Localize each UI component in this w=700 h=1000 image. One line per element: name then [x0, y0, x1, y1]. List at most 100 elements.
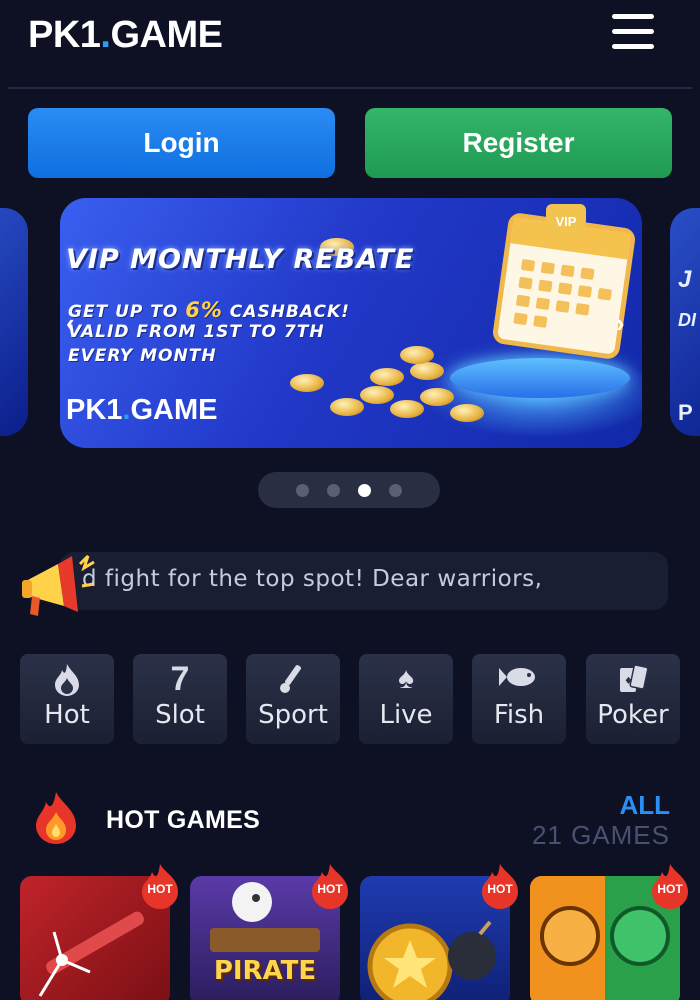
- app-page: PK1.GAME Login Register VIP VIP MONTHLY …: [0, 0, 700, 1000]
- carousel-dot-active[interactable]: [358, 483, 371, 497]
- view-all-link[interactable]: ALL: [619, 790, 670, 821]
- hot-badge: HOT: [648, 862, 692, 912]
- banner-line-cashback: GET UP TO 6% CASHBACK!: [68, 298, 350, 322]
- games-count: 21 GAMES: [531, 820, 670, 850]
- announcement-marquee[interactable]: d fight for the top spot! Dear warriors,: [60, 552, 668, 610]
- next-slide-text: P: [678, 400, 693, 425]
- calendar-cell: [535, 297, 551, 311]
- coin-icon: [420, 388, 454, 406]
- coin-icon: [330, 398, 364, 416]
- svg-text:♦: ♦: [624, 676, 633, 687]
- chevron-left-icon[interactable]: ‹: [66, 308, 75, 339]
- category-fish[interactable]: Fish: [472, 654, 566, 744]
- category-live[interactable]: ♠ Live: [359, 654, 453, 744]
- marquee-text: d fight for the top spot! Dear warriors,: [82, 566, 543, 592]
- banner-stage: [450, 358, 630, 398]
- category-poker[interactable]: ♦ Poker: [586, 654, 680, 744]
- calendar-cell: [515, 294, 531, 308]
- header: PK1.GAME: [0, 0, 700, 89]
- fish-icon: [472, 662, 566, 700]
- calendar-cell: [557, 282, 573, 296]
- cards-icon: ♦: [586, 662, 680, 704]
- game-title: PIRATE: [213, 956, 317, 986]
- calendar-cell: [538, 279, 553, 293]
- calendar-cell: [560, 264, 575, 278]
- calendar-cell: [513, 312, 528, 326]
- next-slide-text: J: [678, 266, 692, 293]
- menu-bar: [612, 29, 654, 34]
- hot-games-header: HOT GAMES ALL 21 GAMES: [0, 790, 700, 850]
- category-label: Hot: [44, 700, 90, 730]
- carousel-dot[interactable]: [389, 483, 402, 497]
- carousel-prev-slide[interactable]: [0, 208, 28, 436]
- banner-line-prefix: GET UP TO: [68, 302, 186, 322]
- chevron-right-icon[interactable]: ›: [616, 308, 625, 339]
- fire-icon: [36, 792, 76, 844]
- menu-bar: [612, 14, 654, 19]
- login-button[interactable]: Login: [28, 108, 335, 178]
- coin-icon: [370, 368, 404, 386]
- category-sport[interactable]: Sport: [246, 654, 340, 744]
- hamburger-menu-icon[interactable]: [612, 14, 654, 50]
- banner-vip-rebate[interactable]: VIP VIP MONTHLY REBATE GET UP TO 6% CASH…: [60, 198, 642, 448]
- hot-badge-label: HOT: [487, 882, 513, 896]
- calendar-cell: [575, 302, 590, 316]
- seven-icon: 7: [170, 660, 190, 698]
- vip-badge: VIP: [546, 204, 586, 238]
- banner-line-month: EVERY MONTH: [68, 346, 217, 366]
- calendar-cell: [597, 287, 612, 301]
- carousel-next-slide[interactable]: J DI P: [670, 208, 700, 436]
- category-label: Poker: [597, 700, 669, 730]
- coin-icon: [360, 386, 394, 404]
- carousel-dot[interactable]: [296, 483, 309, 497]
- carousel-dot[interactable]: [327, 483, 340, 497]
- category-hot[interactable]: Hot: [20, 654, 114, 744]
- carousel-pagination: [258, 472, 440, 508]
- category-label: Sport: [258, 700, 328, 730]
- hot-badge: HOT: [478, 862, 522, 912]
- next-slide-text: DI: [678, 310, 696, 330]
- banner-line-suffix: CASHBACK!: [222, 302, 350, 322]
- register-button[interactable]: Register: [365, 108, 672, 178]
- spade-icon: ♠: [398, 662, 414, 695]
- logo-text-right: GAME: [110, 14, 223, 56]
- banner-title: VIP MONTHLY REBATE: [66, 244, 415, 275]
- calendar-cell: [518, 276, 533, 290]
- cricket-icon: [246, 662, 340, 704]
- category-label: Slot: [155, 700, 205, 730]
- hot-badge-label: HOT: [147, 882, 173, 896]
- promo-carousel[interactable]: VIP VIP MONTHLY REBATE GET UP TO 6% CASH…: [0, 196, 700, 452]
- calendar-cell: [577, 285, 593, 298]
- hot-badge: HOT: [138, 862, 182, 912]
- category-label: Fish: [493, 700, 545, 730]
- game-categories: Hot 7 Slot Sport ♠ Live Fish ♦ Poker: [20, 654, 680, 744]
- logo-dot: .: [100, 14, 111, 56]
- logo-text-left: PK1: [28, 14, 101, 56]
- menu-bar: [612, 44, 654, 49]
- hot-badge-label: HOT: [657, 882, 683, 896]
- banner-logo-right: GAME: [130, 394, 218, 426]
- flame-icon: [20, 662, 114, 704]
- section-title: HOT GAMES: [106, 806, 261, 834]
- banner-line-valid: VALID FROM 1ST TO 7TH: [68, 322, 325, 342]
- calendar-cell: [555, 300, 570, 313]
- calendar-cell: [533, 315, 548, 328]
- site-logo[interactable]: PK1.GAME: [28, 14, 223, 57]
- coin-icon: [390, 400, 424, 418]
- category-slot[interactable]: 7 Slot: [133, 654, 227, 744]
- coin-icon: [410, 362, 444, 380]
- header-divider: [8, 87, 692, 89]
- hot-badge: HOT: [308, 862, 352, 912]
- banner-logo-left: PK1: [66, 394, 123, 426]
- coin-icon: [450, 404, 484, 422]
- hot-badge-label: HOT: [317, 882, 343, 896]
- category-label: Live: [379, 700, 433, 730]
- coin-icon: [290, 374, 324, 392]
- coin-icon: [400, 346, 434, 364]
- calendar-cell: [580, 267, 595, 280]
- banner-logo: PK1.GAME: [66, 394, 217, 427]
- hot-games-list: PIRATE HOT HOT HOT HOT: [0, 862, 700, 1000]
- megaphone-icon: [22, 554, 95, 616]
- calendar-cell: [540, 261, 556, 275]
- banner-percent: 6%: [185, 298, 223, 322]
